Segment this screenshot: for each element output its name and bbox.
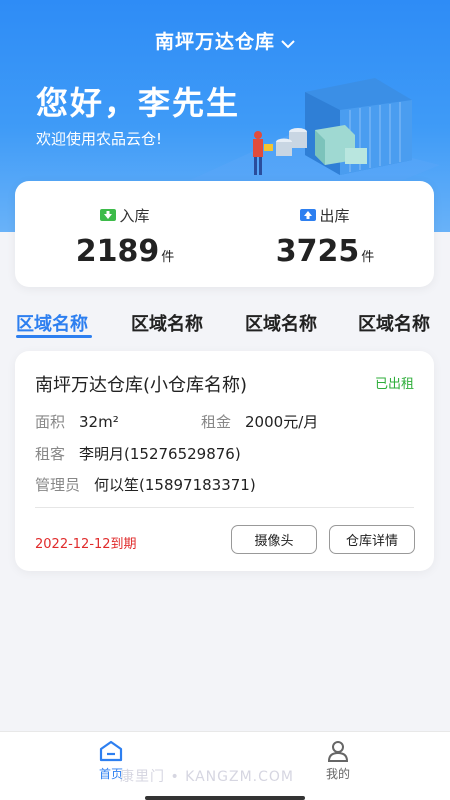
- stats-card: 入库 2189 件 出库 3725 件: [15, 181, 434, 287]
- tabbar-mine[interactable]: 我的: [298, 740, 378, 782]
- watermark: 康里门 • KANGZM.COM: [120, 769, 294, 785]
- inbound-count: 2189: [75, 234, 160, 269]
- area-row: 面积 32m²: [35, 411, 119, 432]
- warehouse-detail-button[interactable]: 仓库详情: [329, 525, 415, 554]
- expire-date: 2022-12-12到期: [35, 537, 137, 552]
- inbound-label: 入库: [119, 207, 150, 225]
- tab-region-3[interactable]: 区域名称: [245, 310, 317, 336]
- home-icon: [71, 740, 151, 762]
- chevron-down-icon: [281, 32, 295, 54]
- warehouse-selector[interactable]: 南坪万达仓库: [0, 27, 450, 54]
- outbound-stat[interactable]: 出库 3725 件: [225, 205, 425, 269]
- warehouse-name: 南坪万达仓库: [154, 31, 275, 53]
- tenant-row: 租客 李明月(15276529876): [35, 443, 241, 464]
- active-tab-indicator: [16, 335, 92, 338]
- rent-label: 租金: [201, 413, 232, 431]
- tenant-value: 李明月(15276529876): [79, 445, 241, 463]
- outbound-icon: [300, 207, 317, 225]
- manager-label: 管理员: [35, 476, 81, 494]
- warehouse-card[interactable]: 南坪万达仓库(小仓库名称) 已出租 面积 32m² 租金 2000元/月 租客 李明月…: [15, 351, 434, 571]
- outbound-label: 出库: [319, 207, 350, 225]
- camera-button[interactable]: 摄像头: [231, 525, 317, 554]
- tab-region-2[interactable]: 区域名称: [131, 310, 203, 336]
- home-indicator: [145, 796, 305, 800]
- manager-value: 何以笙(15897183371): [94, 476, 256, 494]
- tabbar-mine-label: 我的: [325, 767, 350, 781]
- greeting-text: 您好，李先生: [36, 84, 241, 122]
- inbound-stat[interactable]: 入库 2189 件: [25, 205, 225, 269]
- tab-region-4[interactable]: 区域名称: [358, 310, 430, 336]
- inbound-icon: [100, 207, 117, 225]
- welcome-text: 欢迎使用农品云仓!: [36, 130, 163, 148]
- user-icon: [298, 740, 378, 762]
- tenant-label: 租客: [35, 445, 66, 463]
- outbound-unit: 件: [361, 250, 375, 265]
- rent-row: 租金 2000元/月: [201, 411, 318, 432]
- card-divider: [35, 507, 414, 508]
- rent-value: 2000元/月: [245, 413, 319, 431]
- manager-row: 管理员 何以笙(15897183371): [35, 474, 256, 495]
- status-badge: 已出租: [374, 377, 414, 392]
- inbound-unit: 件: [161, 250, 175, 265]
- area-value: 32m²: [79, 413, 119, 431]
- area-label: 面积: [35, 413, 66, 431]
- outbound-count: 3725: [275, 234, 360, 269]
- tab-region-1[interactable]: 区域名称: [16, 310, 88, 336]
- card-title: 南坪万达仓库(小仓库名称): [35, 375, 248, 396]
